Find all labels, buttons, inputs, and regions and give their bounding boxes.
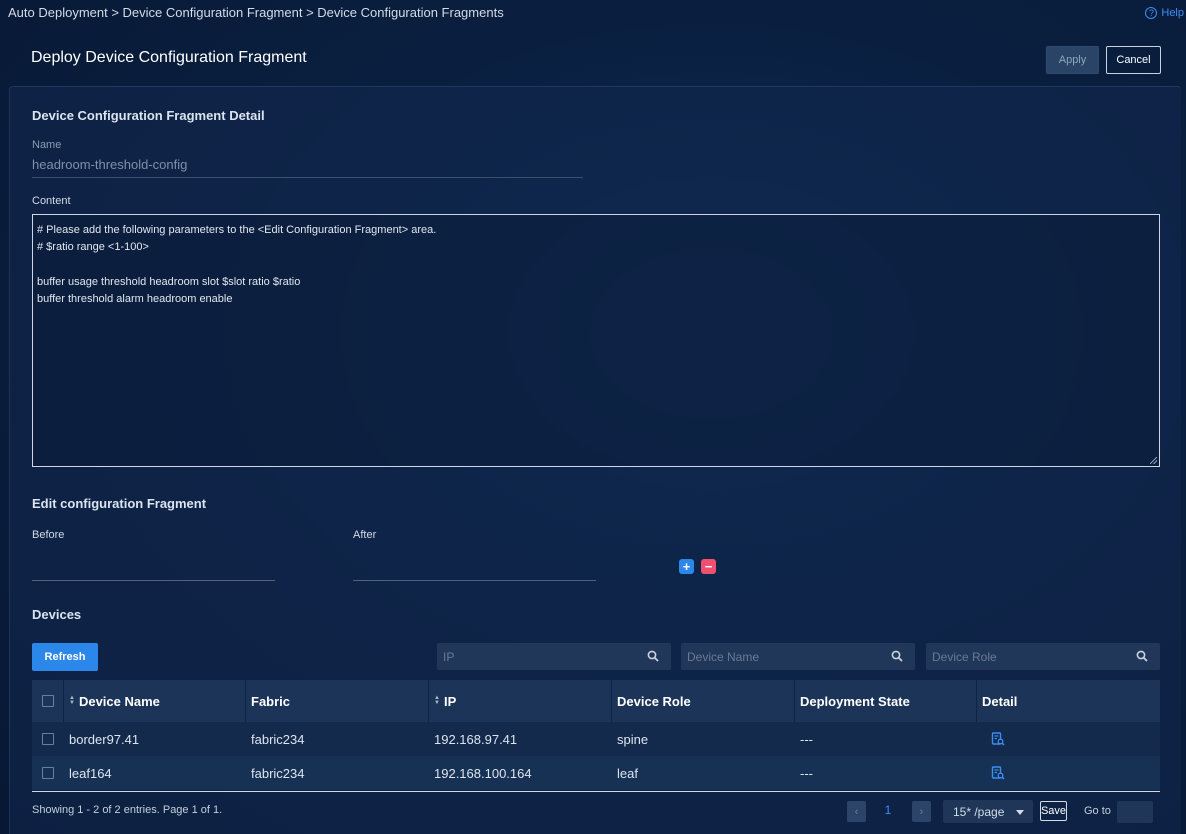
column-device-role: Device Role	[612, 680, 795, 722]
table-header: ▲ ▼ Device Name Fabric ▲ ▼ IP Device Role …	[32, 680, 1160, 722]
content-line: # $ratio range <1-100>	[37, 241, 149, 254]
device-role-cell: spine	[617, 731, 649, 747]
goto-page-input[interactable]	[1117, 801, 1153, 823]
content-textarea[interactable]: # Please add the following parameters to…	[32, 214, 1160, 467]
detail-cell	[977, 722, 1160, 756]
after-input[interactable]	[353, 580, 596, 581]
row-checkbox-cell	[32, 722, 64, 756]
column-ip[interactable]: ▲ ▼ IP	[429, 680, 612, 722]
column-label: Device Name	[78, 693, 160, 709]
select-all-checkbox[interactable]	[41, 695, 54, 707]
row-checkbox-cell	[32, 756, 64, 790]
remove-icon[interactable]: −	[701, 559, 716, 574]
devices-section-title: Devices	[32, 607, 82, 622]
column-detail: Detail	[977, 680, 1160, 722]
help-label: Help	[1161, 7, 1184, 19]
add-icon[interactable]: +	[679, 559, 694, 574]
view-detail-icon[interactable]	[991, 732, 1005, 746]
page-size-select[interactable]: 15* /page	[943, 800, 1033, 823]
column-device-name[interactable]: ▲ ▼ Device Name	[64, 680, 246, 722]
pagination-summary: Showing 1 - 2 of 2 entries. Page 1 of 1.	[32, 804, 223, 816]
table-bottom-border	[32, 791, 1160, 792]
device-role-cell: leaf	[617, 765, 638, 781]
devices-table: ▲ ▼ Device Name Fabric ▲ ▼ IP Device Role …	[32, 680, 1160, 790]
name-label: Name	[32, 139, 62, 151]
content-line: buffer threshold alarm headroom enable	[37, 293, 233, 306]
row-checkbox[interactable]	[42, 767, 54, 779]
caret-down-icon	[1016, 810, 1024, 815]
after-label: After	[353, 529, 377, 541]
prev-page-button[interactable]: ‹	[847, 801, 866, 822]
select-all-cell	[32, 680, 64, 722]
column-deployment-state: Deployment State	[795, 680, 977, 722]
before-input[interactable]	[32, 580, 275, 581]
breadcrumb: Auto Deployment > Device Configuration F…	[8, 5, 504, 20]
edit-section-title: Edit configuration Fragment	[32, 496, 207, 511]
content-line: # Please add the following parameters to…	[37, 224, 437, 236]
sort-icon[interactable]: ▲ ▼	[434, 695, 440, 706]
search-icon[interactable]	[891, 650, 903, 662]
deployment-state-cell: ---	[800, 765, 813, 781]
fabric-cell: fabric234	[251, 731, 305, 747]
device-name-cell: border97.41	[69, 731, 140, 747]
detail-section-title: Device Configuration Fragment Detail	[32, 108, 265, 123]
search-icon[interactable]	[1136, 650, 1148, 662]
table-row: border97.41 fabric234 192.168.97.41 spin…	[32, 722, 1160, 756]
deployment-state-cell: ---	[800, 731, 813, 747]
device-name-search-box[interactable]	[681, 643, 915, 670]
device-role-search-box[interactable]	[926, 643, 1160, 670]
page-size-value: 15* /page	[953, 804, 1005, 819]
ip-cell: 192.168.97.41	[434, 731, 518, 747]
column-label: Device Role	[617, 693, 691, 709]
fabric-cell: fabric234	[251, 765, 305, 781]
content-line	[37, 257, 1155, 274]
next-page-button[interactable]: ›	[912, 801, 931, 822]
name-field: headroom-threshold-config	[32, 157, 583, 178]
column-label: Fabric	[251, 693, 291, 709]
ip-search-box[interactable]	[437, 643, 671, 670]
device-name-cell: leaf164	[69, 765, 112, 781]
before-label: Before	[32, 529, 65, 541]
question-circle-icon: ?	[1145, 7, 1158, 19]
device-name-search-input[interactable]	[687, 649, 877, 664]
view-detail-icon[interactable]	[991, 766, 1005, 780]
resize-grip-icon[interactable]	[1150, 457, 1157, 464]
goto-label: Go to	[1084, 805, 1111, 817]
column-label: Deployment State	[800, 693, 910, 709]
refresh-button[interactable]: Refresh	[32, 643, 98, 671]
apply-button[interactable]: Apply	[1046, 46, 1099, 74]
detail-cell	[977, 756, 1160, 790]
device-role-search-input[interactable]	[932, 649, 1122, 664]
content-label: Content	[32, 195, 71, 207]
cancel-button[interactable]: Cancel	[1106, 46, 1161, 74]
column-label: IP	[443, 693, 457, 709]
column-fabric: Fabric	[246, 680, 429, 722]
page-title: Deploy Device Configuration Fragment	[31, 49, 307, 66]
ip-search-input[interactable]	[443, 649, 633, 664]
ip-cell: 192.168.100.164	[434, 765, 532, 781]
search-icon[interactable]	[647, 650, 659, 662]
help-link[interactable]: ? Help	[1145, 7, 1184, 19]
content-line: buffer usage threshold headroom slot $sl…	[37, 275, 301, 288]
column-label: Detail	[982, 693, 1018, 709]
current-page[interactable]: 1	[880, 803, 896, 817]
table-row: leaf164 fabric234 192.168.100.164 leaf -…	[32, 756, 1160, 790]
sort-icon[interactable]: ▲ ▼	[69, 695, 75, 706]
row-checkbox[interactable]	[42, 733, 54, 745]
save-page-size-button[interactable]: Save	[1040, 801, 1067, 821]
